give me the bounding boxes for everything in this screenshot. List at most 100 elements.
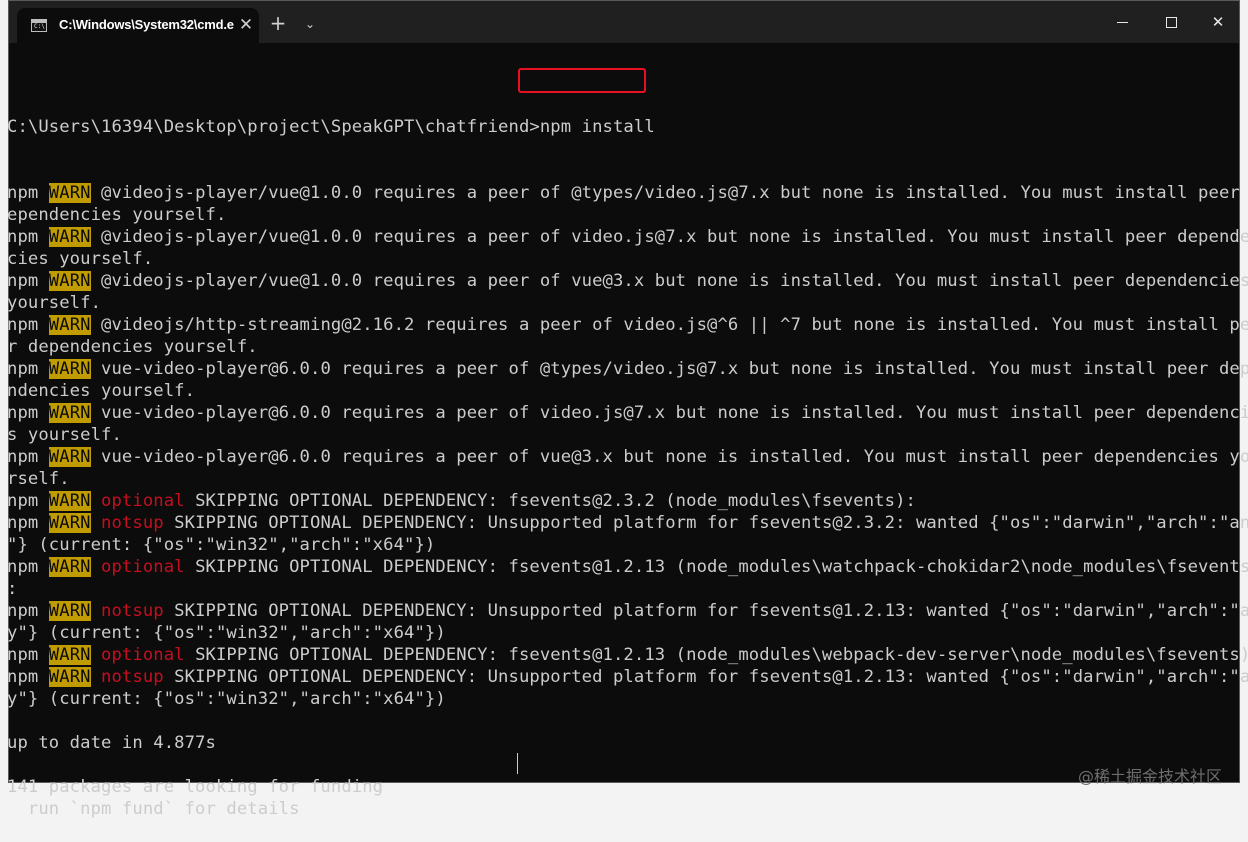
output-line: rself. xyxy=(7,468,1219,490)
message-text: @videojs-player/vue@1.0.0 requires a pee… xyxy=(90,271,1248,291)
minimize-icon xyxy=(1116,22,1128,23)
command-text: npm install xyxy=(539,117,655,137)
message-text: @videojs/http-streaming@2.16.2 requires … xyxy=(90,315,1248,335)
npm-prefix: npm xyxy=(7,645,49,665)
output-line: npm WARN notsup SKIPPING OPTIONAL DEPEND… xyxy=(7,512,1248,534)
warn-badge: WARN xyxy=(48,491,91,511)
warn-badge: WARN xyxy=(48,601,91,621)
console-icon: C:\ xyxy=(31,19,47,32)
output-line: npm WARN @videojs/http-streaming@2.16.2 … xyxy=(7,314,1248,336)
output-line: cies yourself. xyxy=(7,248,1219,270)
message-text: cies yourself. xyxy=(7,249,154,269)
maximize-icon xyxy=(1165,17,1177,28)
message-text: @videojs-player/vue@1.0.0 requires a pee… xyxy=(90,227,1248,247)
output-line: npm WARN @videojs-player/vue@1.0.0 requi… xyxy=(7,182,1240,204)
warn-tag: notsup xyxy=(90,513,164,533)
output-line: npm WARN optional SKIPPING OPTIONAL DEPE… xyxy=(7,556,1248,578)
npm-prefix: npm xyxy=(7,601,49,621)
warn-badge: WARN xyxy=(48,447,91,467)
message-text: up to date in 4.877s xyxy=(7,733,216,753)
warn-badge: WARN xyxy=(48,403,91,423)
output-line: npm WARN vue-video-player@6.0.0 requires… xyxy=(7,446,1248,468)
warn-tag: notsup xyxy=(90,667,164,687)
npm-prefix: npm xyxy=(7,491,49,511)
output-line: npm WARN @videojs-player/vue@1.0.0 requi… xyxy=(7,270,1248,292)
message-text: rself. xyxy=(7,469,70,489)
npm-prefix: npm xyxy=(7,667,49,687)
output-line: npm WARN optional SKIPPING OPTIONAL DEPE… xyxy=(7,644,1248,666)
message-text: : xyxy=(7,579,18,599)
warn-badge: WARN xyxy=(48,359,91,379)
output-line: npm WARN @videojs-player/vue@1.0.0 requi… xyxy=(7,226,1248,248)
title-bar: C:\ C:\Windows\System32\cmd.e ✕ + ⌄ ✕ xyxy=(9,1,1239,43)
npm-prefix: npm xyxy=(7,227,49,247)
npm-prefix: npm xyxy=(7,447,49,467)
message-text: vue-video-player@6.0.0 requires a peer o… xyxy=(90,359,1248,379)
message-text: y"} (current: {"os":"win32","arch":"x64"… xyxy=(7,689,446,709)
output-line: npm WARN notsup SKIPPING OPTIONAL DEPEND… xyxy=(7,600,1248,622)
npm-prefix: npm xyxy=(7,513,49,533)
output-line: npm WARN notsup SKIPPING OPTIONAL DEPEND… xyxy=(7,666,1248,688)
output-line: npm WARN vue-video-player@6.0.0 requires… xyxy=(7,358,1248,380)
warn-badge: WARN xyxy=(48,557,91,577)
warn-tag: optional xyxy=(90,491,185,511)
output-line: : xyxy=(7,578,1219,600)
output-line: r dependencies yourself. xyxy=(7,336,1219,358)
terminal-output[interactable]: C:\Users\16394\Desktop\project\SpeakGPT\… xyxy=(7,72,1248,842)
output-line: run `npm fund` for details xyxy=(7,798,1219,820)
output-line: ependencies yourself. xyxy=(7,204,1219,226)
warn-badge: WARN xyxy=(48,271,91,291)
message-text: run `npm fund` for details xyxy=(7,799,300,819)
message-text: vue-video-player@6.0.0 requires a peer o… xyxy=(90,447,1248,467)
message-text: ependencies yourself. xyxy=(7,205,227,225)
close-tab-icon[interactable]: ✕ xyxy=(237,15,255,35)
message-text: SKIPPING OPTIONAL DEPENDENCY: Unsupporte… xyxy=(163,667,1248,687)
watermark: @稀土掘金技术社区 xyxy=(1078,767,1223,786)
message-text: SKIPPING OPTIONAL DEPENDENCY: fsevents@2… xyxy=(184,491,916,511)
new-tab-button[interactable]: + xyxy=(268,13,288,35)
warn-badge: WARN xyxy=(48,645,91,665)
npm-prefix: npm xyxy=(7,183,49,203)
warn-badge: WARN xyxy=(48,227,91,247)
output-line: ndencies yourself. xyxy=(7,380,1219,402)
warn-tag: notsup xyxy=(90,601,164,621)
chevron-down-icon[interactable]: ⌄ xyxy=(300,14,320,34)
warn-badge: WARN xyxy=(48,183,91,203)
message-text: r dependencies yourself. xyxy=(7,337,258,357)
npm-prefix: npm xyxy=(7,557,49,577)
output-line: s yourself. xyxy=(7,424,1219,446)
output-line: npm WARN vue-video-player@6.0.0 requires… xyxy=(7,402,1248,424)
message-text: s yourself. xyxy=(7,425,122,445)
prompt-path: C:\Users\16394\Desktop\project\SpeakGPT\… xyxy=(7,117,540,137)
npm-prefix: npm xyxy=(7,271,49,291)
output-line: 141 packages are looking for funding xyxy=(7,776,1219,798)
warn-tag: optional xyxy=(90,557,185,577)
warn-badge: WARN xyxy=(48,315,91,335)
output-line: npm WARN optional SKIPPING OPTIONAL DEPE… xyxy=(7,490,1219,512)
message-text: @videojs-player/vue@1.0.0 requires a pee… xyxy=(90,183,1248,203)
message-text: SKIPPING OPTIONAL DEPENDENCY: fsevents@1… xyxy=(184,645,1248,665)
message-text: y"} (current: {"os":"win32","arch":"x64"… xyxy=(7,623,446,643)
output-line: yourself. xyxy=(7,292,1219,314)
message-text: yourself. xyxy=(7,293,102,313)
message-text: ndencies yourself. xyxy=(7,381,196,401)
output-line: y"} (current: {"os":"win32","arch":"x64"… xyxy=(7,622,1219,644)
message-text: SKIPPING OPTIONAL DEPENDENCY: Unsupporte… xyxy=(163,601,1248,621)
warn-tag: optional xyxy=(90,645,185,665)
output-lines: npm WARN @videojs-player/vue@1.0.0 requi… xyxy=(7,182,1248,820)
output-line: y"} (current: {"os":"win32","arch":"x64"… xyxy=(7,688,1219,710)
tab-cmd[interactable]: C:\ C:\Windows\System32\cmd.e ✕ xyxy=(17,8,259,43)
text-cursor xyxy=(517,753,518,774)
prompt-line: C:\Users\16394\Desktop\project\SpeakGPT\… xyxy=(7,116,1219,138)
message-text: 141 packages are looking for funding xyxy=(7,777,384,797)
close-window-button[interactable]: ✕ xyxy=(1195,1,1239,43)
minimize-button[interactable] xyxy=(1099,1,1145,43)
message-text: SKIPPING OPTIONAL DEPENDENCY: fsevents@1… xyxy=(184,557,1248,577)
warn-badge: WARN xyxy=(48,667,91,687)
message-text: vue-video-player@6.0.0 requires a peer o… xyxy=(90,403,1248,423)
message-text: SKIPPING OPTIONAL DEPENDENCY: Unsupporte… xyxy=(163,513,1248,533)
output-line: up to date in 4.877s xyxy=(7,732,1219,754)
maximize-button[interactable] xyxy=(1148,1,1194,43)
